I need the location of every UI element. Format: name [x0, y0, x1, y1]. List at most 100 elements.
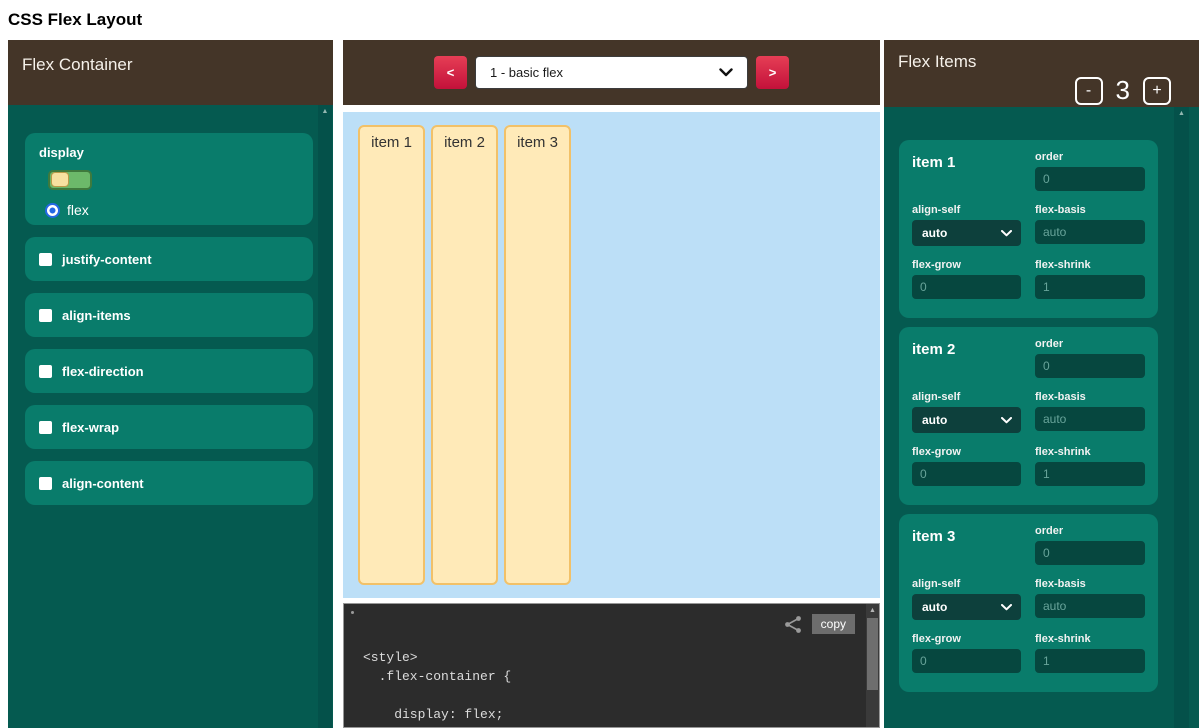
item-3-align-self-field: align-self auto — [912, 578, 1021, 620]
order-label: order — [1035, 151, 1145, 163]
property-card-flex-wrap: flex-wrap — [25, 405, 313, 449]
item-1-order-input[interactable] — [1035, 167, 1145, 191]
item-count-controls: - 3 + — [898, 75, 1171, 106]
item-2-flex-basis-field: flex-basis — [1035, 391, 1145, 433]
flex-wrap-label: flex-wrap — [62, 420, 119, 435]
main-layout: Flex Container ▲ display flex justify-co… — [0, 40, 1199, 728]
scroll-up-arrow-icon[interactable]: ▲ — [318, 105, 332, 119]
order-label: order — [1035, 525, 1145, 537]
example-select-value: 1 - basic flex — [490, 65, 719, 80]
flex-basis-label: flex-basis — [1035, 391, 1145, 403]
chevron-down-icon — [1001, 411, 1012, 429]
item-1-flex-shrink-field: flex-shrink — [1035, 259, 1145, 299]
align-self-label: align-self — [912, 578, 1021, 590]
display-card: display flex — [25, 133, 313, 225]
item-3-order-input[interactable] — [1035, 541, 1145, 565]
flex-grow-label: flex-grow — [912, 259, 1021, 271]
item-3-flex-grow-field: flex-grow — [912, 633, 1021, 673]
flex-basis-label: flex-basis — [1035, 578, 1145, 590]
copy-button[interactable]: copy — [812, 614, 855, 634]
chevron-down-icon — [719, 64, 733, 82]
flex-container-header: Flex Container — [8, 40, 333, 105]
flex-items-body: ▲ item 1 order align-self auto — [884, 107, 1199, 728]
add-item-button[interactable]: + — [1143, 77, 1171, 105]
align-content-label: align-content — [62, 476, 144, 491]
flex-grow-label: flex-grow — [912, 446, 1021, 458]
page-title: CSS Flex Layout — [0, 0, 1199, 40]
item-3-flex-shrink-input[interactable] — [1035, 649, 1145, 673]
flex-container-title: Flex Container — [22, 55, 133, 74]
item-3-align-self-select[interactable]: auto — [912, 594, 1021, 620]
flex-shrink-label: flex-shrink — [1035, 446, 1145, 458]
item-2-flex-shrink-input[interactable] — [1035, 462, 1145, 486]
item-2-flex-grow-field: flex-grow — [912, 446, 1021, 486]
item-1-flex-basis-input[interactable] — [1035, 220, 1145, 244]
item-card-2: item 2 order align-self auto flex-basis — [899, 327, 1158, 505]
item-2-align-self-field: align-self auto — [912, 391, 1021, 433]
item-3-flex-basis-field: flex-basis — [1035, 578, 1145, 620]
item-2-order-input[interactable] — [1035, 354, 1145, 378]
remove-item-button[interactable]: - — [1075, 77, 1103, 105]
flex-wrap-checkbox[interactable] — [39, 421, 52, 434]
item-1-flex-grow-input[interactable] — [912, 275, 1021, 299]
next-example-button[interactable]: > — [756, 56, 789, 89]
item-3-flex-grow-input[interactable] — [912, 649, 1021, 673]
flex-items-header: Flex Items - 3 + — [884, 40, 1199, 107]
item-1-align-self-select[interactable]: auto — [912, 220, 1021, 246]
align-content-checkbox[interactable] — [39, 477, 52, 490]
item-1-align-self-field: align-self auto — [912, 204, 1021, 246]
code-scrollbar-thumb[interactable] — [867, 618, 878, 690]
code-scrollbar[interactable]: ▲ — [866, 604, 879, 727]
item-3-flex-basis-input[interactable] — [1035, 594, 1145, 618]
flex-basis-label: flex-basis — [1035, 204, 1145, 216]
item-3-order-field: order — [1035, 525, 1145, 565]
stage-item-3: item 3 — [504, 125, 571, 585]
item-1-title: item 1 — [912, 151, 1021, 191]
left-panel-scrollbar[interactable]: ▲ — [318, 105, 332, 728]
flex-direction-checkbox[interactable] — [39, 365, 52, 378]
flex-radio[interactable] — [45, 203, 60, 218]
flex-grow-label: flex-grow — [912, 633, 1021, 645]
item-2-align-self-select[interactable]: auto — [912, 407, 1021, 433]
code-panel: copy ▲ <style> .flex-container { display… — [343, 603, 880, 728]
justify-content-label: justify-content — [62, 252, 152, 267]
stage-item-1: item 1 — [358, 125, 425, 585]
code-scroll-up-arrow-icon[interactable]: ▲ — [866, 604, 879, 617]
order-label: order — [1035, 338, 1145, 350]
display-flex-option: flex — [45, 202, 299, 218]
flex-shrink-label: flex-shrink — [1035, 633, 1145, 645]
item-1-flex-basis-field: flex-basis — [1035, 204, 1145, 246]
item-2-flex-basis-input[interactable] — [1035, 407, 1145, 431]
prev-example-button[interactable]: < — [434, 56, 467, 89]
preview-panel: < 1 - basic flex > item 1 item 2 item 3 — [343, 40, 880, 728]
item-1-order-field: order — [1035, 151, 1145, 191]
flex-shrink-label: flex-shrink — [1035, 259, 1145, 271]
example-select[interactable]: 1 - basic flex — [475, 56, 748, 89]
right-panel-scrollbar[interactable]: ▲ — [1174, 107, 1189, 728]
flex-items-title: Flex Items — [898, 52, 1171, 72]
display-label: display — [39, 145, 84, 160]
property-card-justify-content: justify-content — [25, 237, 313, 281]
item-card-1: item 1 order align-self auto flex-basis — [899, 140, 1158, 318]
stage-item-2: item 2 — [431, 125, 498, 585]
flex-preview-stage: item 1 item 2 item 3 — [343, 112, 880, 598]
chevron-down-icon — [1001, 224, 1012, 242]
align-self-label: align-self — [912, 391, 1021, 403]
property-card-align-content: align-content — [25, 461, 313, 505]
flex-container-panel: Flex Container ▲ display flex justify-co… — [8, 40, 333, 728]
item-3-flex-shrink-field: flex-shrink — [1035, 633, 1145, 673]
item-1-flex-shrink-input[interactable] — [1035, 275, 1145, 299]
item-2-flex-shrink-field: flex-shrink — [1035, 446, 1145, 486]
scroll-up-arrow-icon[interactable]: ▲ — [1174, 107, 1189, 121]
code-toolbar: copy — [784, 614, 855, 634]
justify-content-checkbox[interactable] — [39, 253, 52, 266]
align-items-checkbox[interactable] — [39, 309, 52, 322]
flex-container-body: ▲ display flex justify-content align-ite… — [8, 105, 333, 728]
share-icon[interactable] — [784, 615, 803, 634]
property-card-flex-direction: flex-direction — [25, 349, 313, 393]
chevron-down-icon — [1001, 598, 1012, 616]
align-self-label: align-self — [912, 204, 1021, 216]
item-2-flex-grow-input[interactable] — [912, 462, 1021, 486]
display-toggle[interactable] — [48, 170, 92, 190]
item-count: 3 — [1116, 75, 1130, 106]
